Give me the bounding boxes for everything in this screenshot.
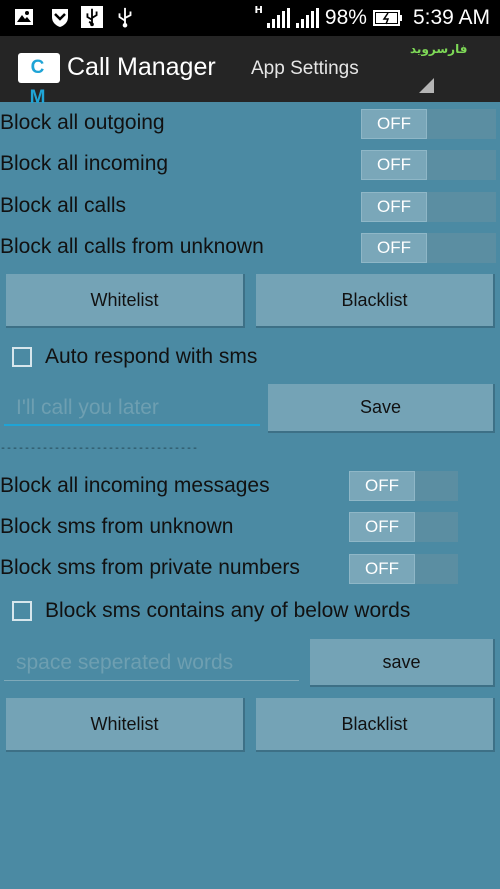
toggle-state: OFF — [349, 512, 415, 542]
signal-icon — [266, 8, 290, 28]
blocked-words-field[interactable] — [4, 647, 299, 681]
action-bar: C M Call Manager App Settings فارسروید — [0, 36, 500, 108]
auto-respond-label: Auto respond with sms — [45, 345, 258, 368]
auto-respond-save-button[interactable]: Save — [268, 384, 495, 433]
sms-blacklist-button[interactable]: Blacklist — [256, 698, 495, 752]
blocked-words-save-button[interactable]: save — [310, 639, 495, 687]
toggle-label-block-all-calls: Block all calls — [0, 194, 127, 217]
signal-icon — [295, 8, 319, 28]
section-divider: --------------------------------- — [0, 444, 199, 455]
block-words-checkbox[interactable] — [12, 601, 32, 621]
image-icon — [15, 9, 33, 25]
app-title: Call Manager — [67, 53, 216, 81]
toggle-label-block-unknown-calls: Block all calls from unknown — [0, 235, 264, 258]
toggle-block-outgoing[interactable]: OFF — [361, 109, 496, 139]
usb-icon — [118, 7, 132, 28]
toggle-state: OFF — [349, 471, 415, 501]
calls-whitelist-button[interactable]: Whitelist — [6, 274, 245, 328]
toggle-block-sms-private[interactable]: OFF — [349, 554, 458, 584]
field-underline — [4, 424, 260, 426]
toggle-label-block-sms-private: Block sms from private numbers — [0, 556, 300, 579]
toggle-label-block-incoming: Block all incoming — [0, 152, 169, 175]
toggle-state: OFF — [349, 554, 415, 584]
toggle-label-block-sms-unknown: Block sms from unknown — [0, 515, 234, 538]
status-bar: H 98% 5:39 AM — [0, 0, 500, 36]
overflow-menu-icon[interactable] — [419, 78, 434, 93]
auto-respond-input[interactable] — [4, 392, 260, 424]
toggle-label-block-outgoing: Block all outgoing — [0, 111, 165, 134]
app-logo: C M — [18, 53, 60, 108]
watermark: فارسروید — [410, 42, 468, 56]
calls-blacklist-button[interactable]: Blacklist — [256, 274, 495, 328]
network-type-label: H — [254, 4, 263, 16]
auto-respond-field[interactable] — [4, 392, 260, 426]
sms-whitelist-button[interactable]: Whitelist — [6, 698, 245, 752]
toggle-state: OFF — [361, 233, 427, 263]
battery-icon — [372, 10, 402, 26]
usb-icon — [81, 6, 103, 28]
block-words-label: Block sms contains any of below words — [45, 599, 411, 622]
toggle-block-all-calls[interactable]: OFF — [361, 192, 496, 222]
app-settings-tab[interactable]: App Settings — [251, 58, 359, 80]
toggle-state: OFF — [361, 192, 427, 222]
clock: 5:39 AM — [412, 6, 490, 29]
battery-percent: 98% — [324, 6, 367, 29]
toggle-block-sms-unknown[interactable]: OFF — [349, 512, 458, 542]
toggle-block-unknown-calls[interactable]: OFF — [361, 233, 496, 263]
blocked-words-input[interactable] — [4, 647, 299, 679]
field-underline — [4, 680, 299, 681]
toggle-state: OFF — [361, 109, 427, 139]
toggle-block-incoming-messages[interactable]: OFF — [349, 471, 458, 501]
shield-icon — [52, 9, 68, 27]
auto-respond-checkbox[interactable] — [12, 347, 32, 367]
toggle-state: OFF — [361, 150, 427, 180]
toggle-block-incoming[interactable]: OFF — [361, 150, 496, 180]
toggle-label-block-incoming-messages: Block all incoming messages — [0, 474, 270, 497]
